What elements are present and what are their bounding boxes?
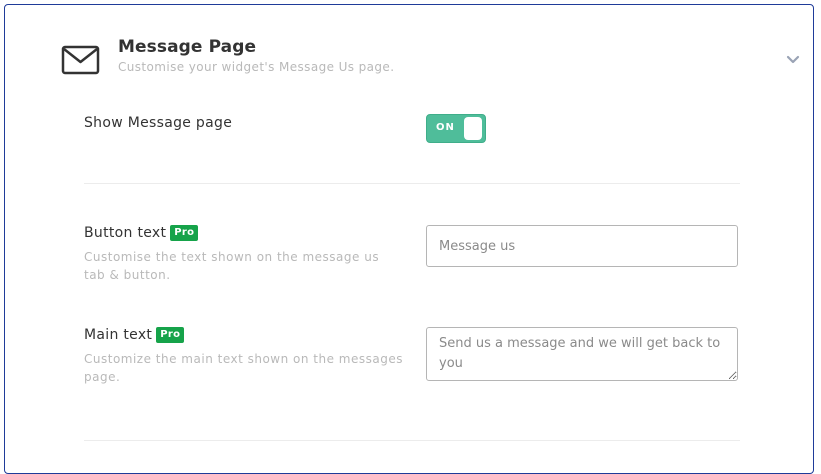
section-title: Message Page: [118, 37, 257, 57]
toggle-knob: [464, 117, 482, 140]
toggle-state-label: ON: [436, 122, 455, 133]
button-text-label-text: Button text: [84, 225, 167, 241]
button-text-label: Button text Pro: [84, 225, 199, 241]
button-text-input[interactable]: [426, 225, 738, 267]
pro-badge: Pro: [156, 327, 185, 343]
message-page-panel: Message Page Customise your widget's Mes…: [4, 4, 814, 474]
show-message-page-toggle[interactable]: ON: [426, 114, 486, 143]
main-text-label-text: Main text: [84, 327, 153, 343]
main-text-textarea[interactable]: [426, 327, 738, 381]
section-subtitle: Customise your widget's Message Us page.: [118, 60, 395, 74]
envelope-icon: [61, 45, 100, 75]
divider: [84, 440, 740, 441]
main-text-label: Main text Pro: [84, 327, 185, 343]
show-message-page-label: Show Message page: [84, 115, 233, 131]
divider: [84, 183, 740, 184]
button-text-help: Customise the text shown on the message …: [84, 250, 380, 282]
pro-badge: Pro: [170, 225, 199, 241]
chevron-down-icon[interactable]: [786, 55, 800, 65]
main-text-help: Customize the main text shown on the mes…: [84, 352, 403, 384]
